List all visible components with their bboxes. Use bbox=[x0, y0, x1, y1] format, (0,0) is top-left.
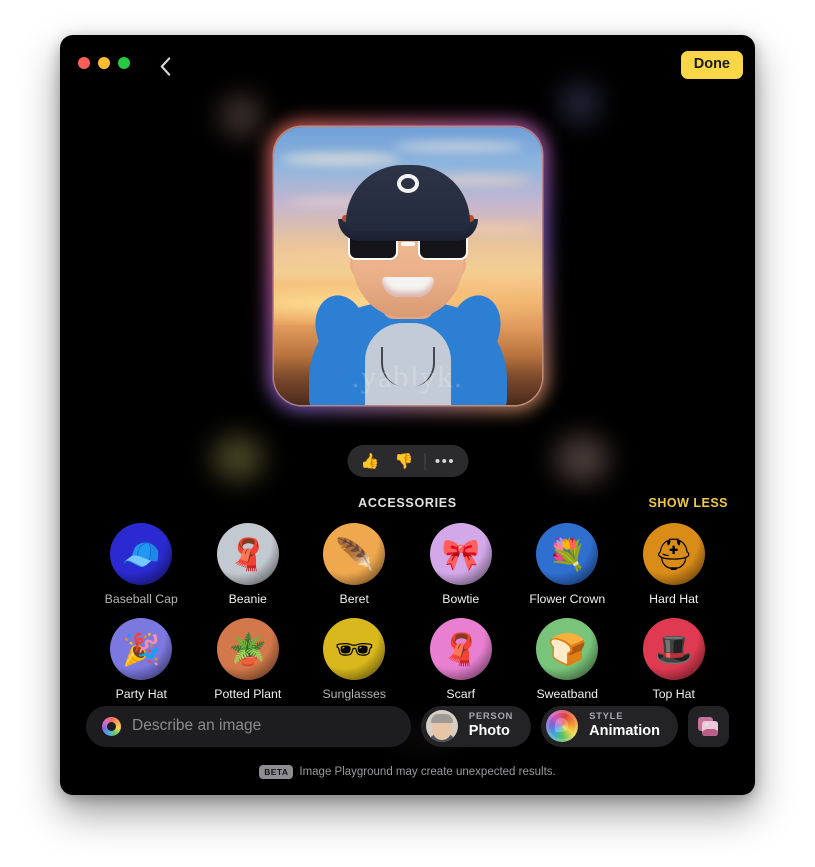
accessory-label: Bowtie bbox=[442, 592, 480, 606]
style-chip-kicker: STYLE bbox=[589, 711, 624, 723]
accessories-grid: 🧢 Baseball Cap 🧣 Beanie 🪶 Beret 🎀 Bowtie 💐 Flower… bbox=[88, 523, 727, 701]
accessory-thumbnail: ⛑ bbox=[642, 523, 705, 585]
accessory-label: Baseball Cap bbox=[104, 592, 178, 606]
done-button[interactable]: Done bbox=[680, 51, 743, 80]
apple-intelligence-icon bbox=[102, 716, 121, 736]
back-chevron-icon[interactable] bbox=[152, 52, 178, 80]
background-bokeh bbox=[212, 435, 264, 481]
accessory-item-top-hat[interactable]: 🎩 Top Hat bbox=[621, 618, 728, 701]
accessory-thumbnail: 🕶 bbox=[323, 618, 386, 680]
accessory-label: Beret bbox=[339, 592, 369, 606]
accessory-item-baseball-cap[interactable]: 🧢 Baseball Cap bbox=[88, 523, 195, 606]
accessory-thumbnail: 🍞 bbox=[536, 618, 599, 680]
accessory-label: Sunglasses bbox=[322, 687, 387, 701]
accessory-thumbnail: 💐 bbox=[536, 523, 599, 585]
more-options-icon[interactable]: ••• bbox=[428, 445, 462, 477]
describe-input-placeholder: Describe an image bbox=[132, 717, 262, 734]
accessory-item-sunglasses[interactable]: 🕶 Sunglasses bbox=[301, 618, 408, 701]
show-less-button[interactable]: SHOW LESS bbox=[648, 496, 728, 510]
accessory-thumbnail: 🧣 bbox=[216, 523, 279, 585]
accessory-label: Top Hat bbox=[652, 687, 695, 701]
person-avatar bbox=[425, 710, 458, 742]
accessory-label: Hard Hat bbox=[649, 592, 699, 606]
style-chip-value: Animation bbox=[589, 723, 660, 740]
accessory-item-party-hat[interactable]: 🎉 Party Hat bbox=[88, 618, 195, 701]
accessory-label: Flower Crown bbox=[529, 592, 606, 606]
accessory-item-bowtie[interactable]: 🎀 Bowtie bbox=[408, 523, 515, 606]
accessory-item-beret[interactable]: 🪶 Beret bbox=[301, 523, 408, 606]
style-color-wheel-icon bbox=[546, 710, 579, 742]
accessory-thumbnail: 🪴 bbox=[216, 618, 279, 680]
bottom-toolbar: Describe an image PERSON Photo STYLE Ani… bbox=[60, 705, 755, 747]
feedback-pill: 👍 👎 ••• bbox=[347, 445, 468, 477]
window-traffic-lights bbox=[78, 57, 130, 69]
accessory-label: Sweatband bbox=[536, 687, 599, 701]
accessory-item-scarf[interactable]: 🧣 Scarf bbox=[408, 618, 515, 701]
accessory-item-beanie[interactable]: 🧣 Beanie bbox=[195, 523, 302, 606]
photos-icon bbox=[698, 716, 719, 736]
accessories-header: ACCESSORIES SHOW LESS bbox=[60, 496, 755, 514]
photo-picker-button[interactable] bbox=[688, 705, 729, 747]
background-bokeh bbox=[220, 95, 262, 137]
divider bbox=[424, 452, 425, 470]
accessory-item-potted-plant[interactable]: 🪴 Potted Plant bbox=[195, 618, 302, 701]
section-title: ACCESSORIES bbox=[358, 496, 457, 510]
image-playground-window: Done .yablyk. 👍 👎 ••• ACCESSORIES SHOW L… bbox=[60, 35, 755, 795]
accessory-item-hard-hat[interactable]: ⛑ Hard Hat bbox=[621, 523, 728, 606]
describe-input[interactable]: Describe an image bbox=[86, 705, 411, 747]
thumbs-down-icon[interactable]: 👎 bbox=[387, 445, 421, 477]
accessory-thumbnail: 🧣 bbox=[429, 618, 492, 680]
titlebar: Done bbox=[60, 35, 755, 93]
accessory-thumbnail: 🎉 bbox=[110, 618, 173, 680]
accessory-thumbnail: 🎀 bbox=[429, 523, 492, 585]
accessory-label: Scarf bbox=[446, 687, 476, 701]
accessory-item-flower-crown[interactable]: 💐 Flower Crown bbox=[514, 523, 621, 606]
close-icon[interactable] bbox=[78, 57, 90, 69]
preview-card: .yablyk. bbox=[273, 127, 542, 405]
accessory-thumbnail: 🧢 bbox=[110, 523, 173, 585]
background-bokeh bbox=[555, 435, 609, 483]
avatar-figure bbox=[274, 127, 542, 405]
accessory-thumbnail: 🪶 bbox=[323, 523, 386, 585]
person-chip-kicker: PERSON bbox=[468, 711, 514, 723]
style-chip[interactable]: STYLE Animation bbox=[541, 705, 678, 747]
beta-badge: BETA bbox=[259, 765, 294, 779]
zoom-icon[interactable] bbox=[118, 57, 130, 69]
accessory-thumbnail: 🎩 bbox=[642, 618, 705, 680]
disclaimer-text: Image Playground may create unexpected r… bbox=[299, 766, 556, 779]
thumbs-up-icon[interactable]: 👍 bbox=[353, 445, 387, 477]
accessory-label: Potted Plant bbox=[214, 687, 282, 701]
accessory-item-sweatband[interactable]: 🍞 Sweatband bbox=[514, 618, 621, 701]
person-chip[interactable]: PERSON Photo bbox=[420, 705, 532, 747]
person-chip-value: Photo bbox=[468, 723, 510, 740]
minimize-icon[interactable] bbox=[98, 57, 110, 69]
accessory-label: Beanie bbox=[228, 592, 267, 606]
accessory-label: Party Hat bbox=[115, 687, 167, 701]
generated-image-preview[interactable]: .yablyk. bbox=[267, 121, 548, 411]
beta-disclaimer: BETA Image Playground may create unexpec… bbox=[60, 765, 755, 779]
